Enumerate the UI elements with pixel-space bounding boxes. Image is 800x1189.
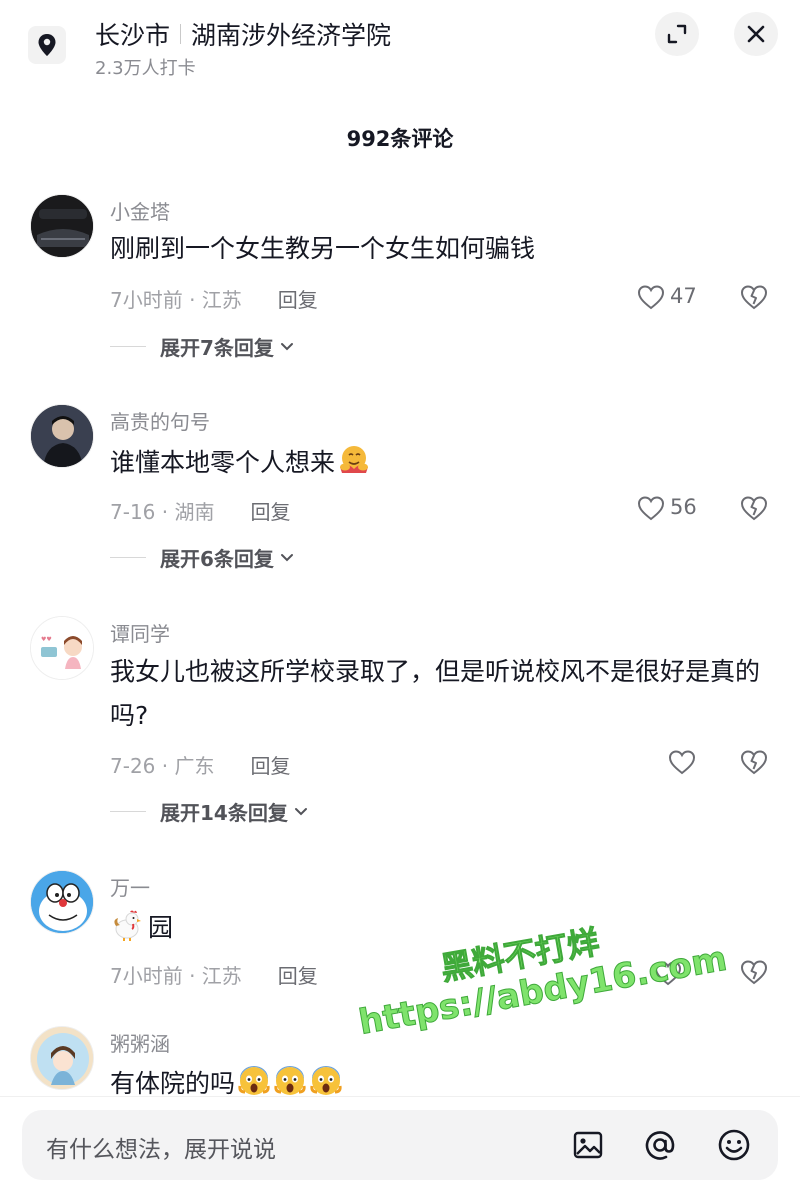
chevron-down-icon bbox=[294, 807, 307, 815]
expand-replies-label: 展开6条回复 bbox=[160, 547, 274, 571]
avatar[interactable] bbox=[30, 404, 94, 468]
like-count: 56 bbox=[670, 495, 697, 519]
expand-divider bbox=[110, 811, 146, 812]
title-divider bbox=[180, 24, 182, 44]
city-name: 长沙市 bbox=[95, 21, 171, 50]
comment-meta: 7-26 · 广东 回复 bbox=[110, 750, 290, 779]
comment-text-content: 有体院的吗 bbox=[110, 1069, 236, 1096]
emoji-icon[interactable] bbox=[716, 1127, 752, 1163]
reply-button[interactable]: 回复 bbox=[278, 960, 318, 989]
comment-count-title: 992条评论 bbox=[346, 127, 454, 151]
commenter-name[interactable]: 谭同学 bbox=[110, 618, 170, 647]
comment-item: 万一 园 7小时前 · 江苏 回复 bbox=[0, 868, 800, 1018]
commenter-name[interactable]: 高贵的句号 bbox=[110, 406, 210, 435]
heart-icon[interactable] bbox=[667, 747, 697, 777]
comment-text: 我女儿也被这所学校录取了，但是听说校风不是很好是真的吗? bbox=[110, 657, 761, 730]
expand-button[interactable] bbox=[655, 12, 699, 56]
image-icon[interactable] bbox=[570, 1127, 606, 1163]
svg-text:♥♥: ♥♥ bbox=[41, 636, 52, 643]
heart-icon[interactable] bbox=[653, 958, 683, 988]
chevron-down-icon bbox=[280, 553, 293, 561]
broken-heart-icon[interactable] bbox=[738, 281, 770, 313]
screaming-face-emoji bbox=[238, 1066, 270, 1095]
comment-meta: 7小时前 · 江苏 回复 bbox=[110, 960, 318, 989]
commenter-name[interactable]: 万一 bbox=[110, 872, 150, 901]
close-icon bbox=[747, 25, 765, 43]
reply-button[interactable]: 回复 bbox=[250, 750, 290, 779]
place-name: 湖南涉外经济学院 bbox=[191, 21, 392, 50]
expand-icon bbox=[667, 24, 687, 44]
commenter-name[interactable]: 粥粥涵 bbox=[110, 1028, 170, 1057]
comment-time-location: 7小时前 · 江苏 bbox=[110, 288, 242, 312]
comment-text-content: 谁懂本地零个人想来 bbox=[110, 448, 336, 477]
broken-heart-icon[interactable] bbox=[738, 492, 770, 524]
comment-time-location: 7-16 · 湖南 bbox=[110, 500, 215, 524]
location-pin-icon bbox=[28, 26, 66, 64]
screaming-face-emoji bbox=[310, 1066, 342, 1095]
comment-text-content: 园 bbox=[148, 913, 174, 942]
comment-text: 园 bbox=[110, 906, 770, 950]
avatar[interactable] bbox=[30, 870, 94, 934]
comment-item: 高贵的句号 谁懂本地零个人想来 7-16 · 湖南 回复 56 展开6条回复 bbox=[0, 400, 800, 580]
comment-text: 有体院的吗 bbox=[110, 1062, 770, 1096]
location-title[interactable]: 长沙市 湖南涉外经济学院 bbox=[95, 16, 391, 52]
expand-divider bbox=[110, 346, 146, 347]
comment-meta: 7-16 · 湖南 回复 bbox=[110, 496, 290, 525]
expand-replies[interactable]: 展开7条回复 bbox=[110, 332, 294, 361]
comment-meta: 7小时前 · 江苏 回复 bbox=[110, 284, 318, 313]
expand-replies-label: 展开7条回复 bbox=[160, 336, 274, 360]
comment-item: 粥粥涵 有体院的吗 bbox=[0, 1024, 800, 1096]
expand-replies-label: 展开14条回复 bbox=[160, 801, 288, 825]
comment-item: ♥♥ 谭同学 我女儿也被这所学校录取了，但是听说校风不是很好是真的吗? 7-26… bbox=[0, 612, 800, 832]
screaming-face-emoji bbox=[274, 1066, 306, 1095]
commenter-name[interactable]: 小金塔 bbox=[110, 196, 170, 225]
comment-text: 刚刷到一个女生教另一个女生如何骗钱 bbox=[110, 234, 536, 263]
avatar[interactable]: ♥♥ bbox=[30, 616, 94, 680]
close-button[interactable] bbox=[734, 12, 778, 56]
avatar[interactable] bbox=[30, 1026, 94, 1090]
comment-item: 小金塔 刚刷到一个女生教另一个女生如何骗钱 7小时前 · 江苏 回复 47 展开… bbox=[0, 190, 800, 370]
expand-divider bbox=[110, 557, 146, 558]
comment-input[interactable]: 有什么想法，展开说说 bbox=[46, 1130, 276, 1164]
checkin-count: 2.3万人打卡 bbox=[95, 58, 196, 79]
reply-button[interactable]: 回复 bbox=[278, 284, 318, 313]
location-header: 长沙市 湖南涉外经济学院 2.3万人打卡 bbox=[0, 0, 800, 100]
input-divider bbox=[0, 1096, 800, 1097]
heart-icon[interactable] bbox=[636, 493, 666, 523]
heart-icon[interactable] bbox=[636, 282, 666, 312]
broken-heart-icon[interactable] bbox=[738, 746, 770, 778]
comment-time-location: 7小时前 · 江苏 bbox=[110, 964, 242, 988]
hug-face-emoji bbox=[340, 446, 369, 473]
comment-text: 谁懂本地零个人想来 bbox=[110, 441, 770, 485]
comment-input-bar[interactable]: 有什么想法，展开说说 bbox=[22, 1110, 778, 1180]
reply-button[interactable]: 回复 bbox=[250, 496, 290, 525]
rooster-emoji bbox=[114, 910, 141, 941]
broken-heart-icon[interactable] bbox=[738, 956, 770, 988]
expand-replies[interactable]: 展开14条回复 bbox=[110, 797, 308, 826]
avatar[interactable] bbox=[30, 194, 94, 258]
like-count: 47 bbox=[670, 284, 697, 308]
mention-icon[interactable] bbox=[642, 1127, 678, 1163]
comment-time-location: 7-26 · 广东 bbox=[110, 754, 215, 778]
expand-replies[interactable]: 展开6条回复 bbox=[110, 543, 294, 572]
chevron-down-icon bbox=[280, 342, 293, 350]
